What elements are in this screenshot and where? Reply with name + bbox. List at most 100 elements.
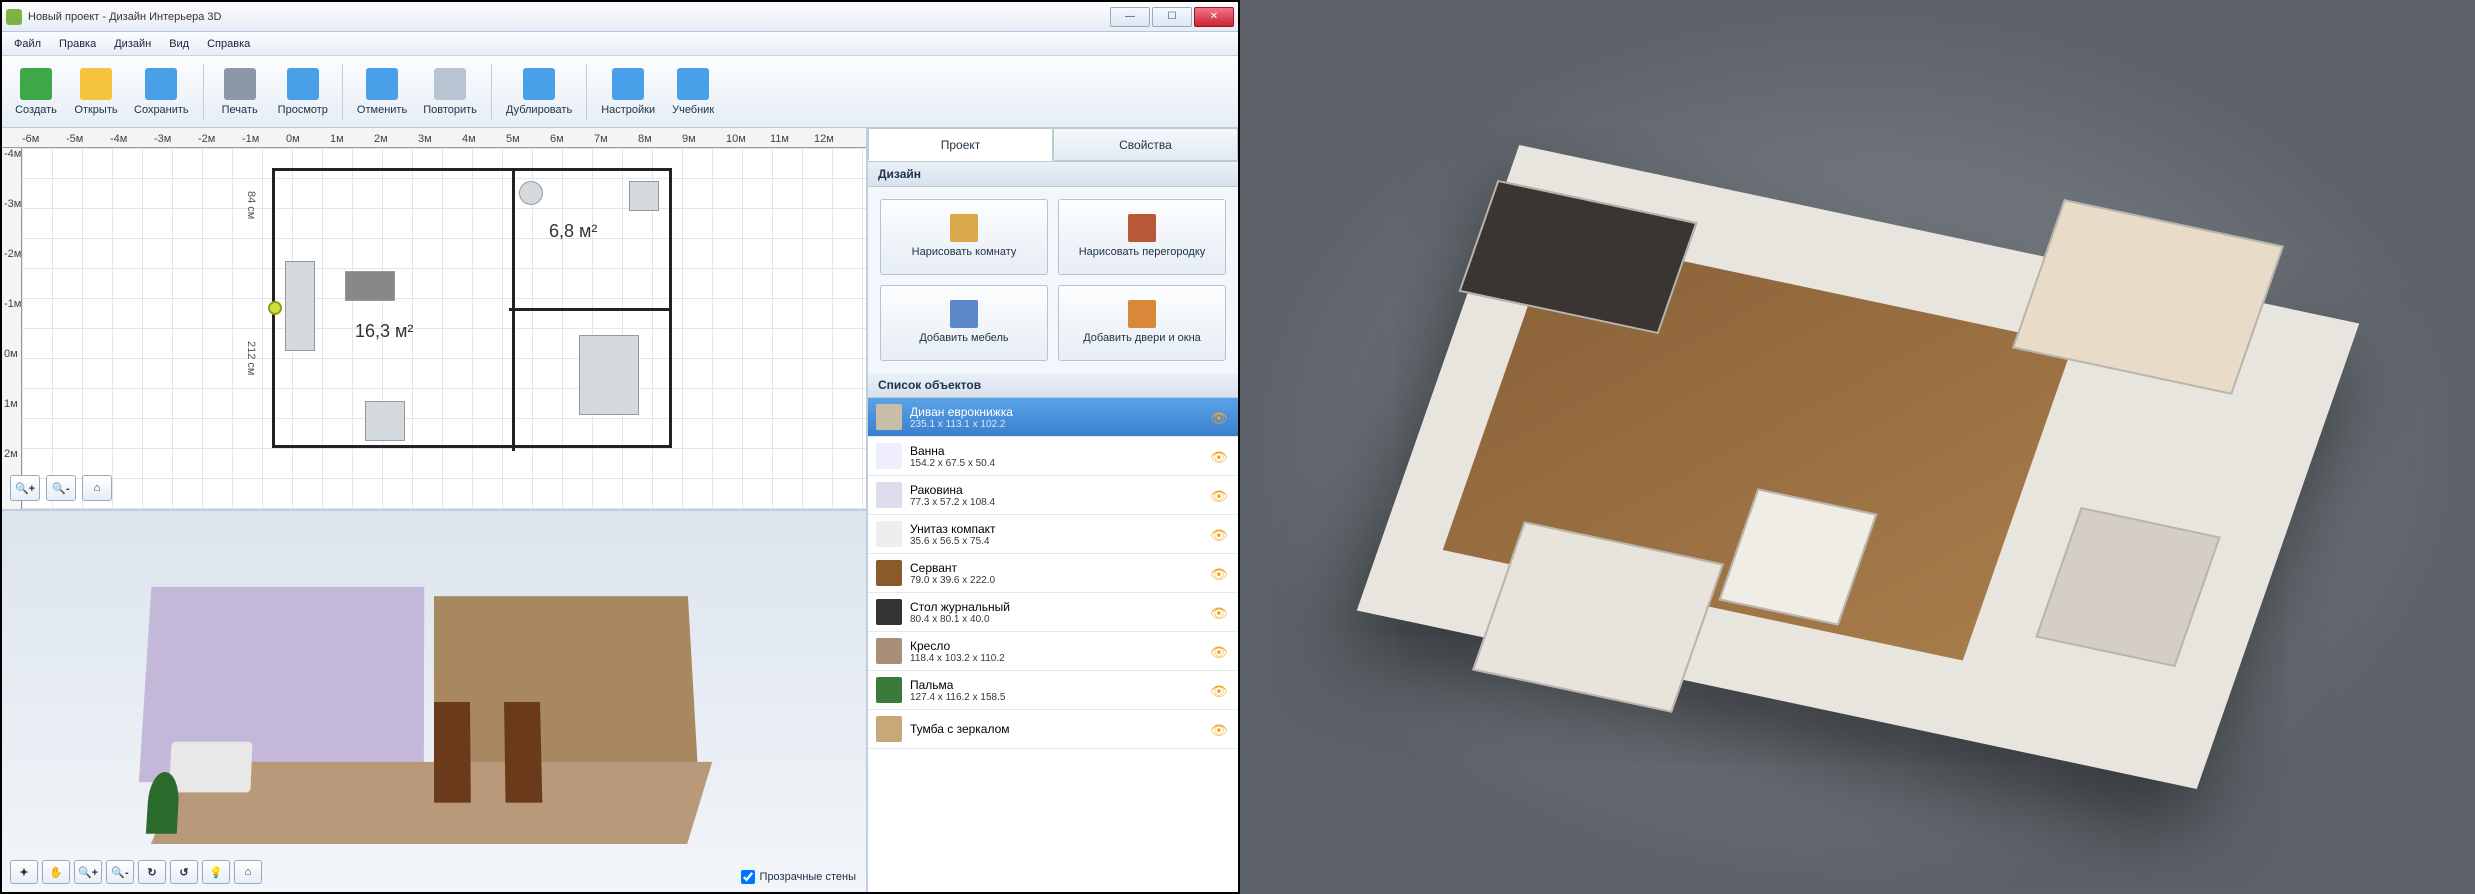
toolbar-separator [586,64,587,120]
visibility-toggle-icon[interactable]: 👁 [1210,683,1230,697]
ruler-tick: 1м [4,398,18,410]
toolbar-учебник[interactable]: Учебник [665,65,721,119]
object-list-item[interactable]: Тумба с зеркалом👁 [868,710,1238,749]
design-button[interactable]: Добавить двери и окна [1058,285,1226,361]
menu-help[interactable]: Справка [199,35,258,53]
tool-light[interactable]: 💡 [202,860,230,884]
furniture-shelf[interactable] [285,261,315,351]
plan-view-2d[interactable]: -6м-5м-4м-3м-2м-1м0м1м2м3м4м5м6м7м8м9м10… [2,128,866,509]
object-list-item[interactable]: Сервант79.0 x 39.6 x 222.0👁 [868,554,1238,593]
toolbar-дублировать[interactable]: Дублировать [500,65,578,119]
visibility-toggle-icon[interactable]: 👁 [1210,566,1230,580]
floorplan[interactable]: 16,3 м² 6,8 м² 84 см 212 см [272,168,672,448]
side-panel: Проект Свойства Дизайн Нарисовать комнат… [868,128,1238,892]
toolbar-label: Отменить [357,104,407,116]
tool-pan[interactable]: ✋ [42,860,70,884]
objects-list[interactable]: Диван еврокнижка235.1 x 113.1 x 102.2👁Ва… [868,398,1238,892]
toolbar-создать[interactable]: Создать [8,65,64,119]
object-list-item[interactable]: Унитаз компакт35.6 x 56.5 x 75.4👁 [868,515,1238,554]
toolbar-открыть[interactable]: Открыть [68,65,124,119]
menu-view[interactable]: Вид [161,35,197,53]
toolbar-label: Настройки [601,104,655,116]
zoom-out-button[interactable]: 🔍- [46,475,76,501]
preview-3d[interactable]: ✦ ✋ 🔍+ 🔍- ↻ ↺ 💡 ⌂ Прозрачные стены [2,509,866,892]
настройки-icon [612,68,644,100]
design-button[interactable]: Нарисовать комнату [880,199,1048,275]
toolbar-просмотр[interactable]: Просмотр [272,65,334,119]
menubar: Файл Правка Дизайн Вид Справка [2,32,1238,56]
workspace: -6м-5м-4м-3м-2м-1м0м1м2м3м4м5м6м7м8м9м10… [2,128,1238,892]
zoom-out-3d[interactable]: 🔍- [106,860,134,884]
room-2[interactable]: 6,8 м² [509,171,669,311]
zoom-controls-2d: 🔍+ 🔍- ⌂ [10,475,112,501]
учебник-icon [677,68,709,100]
home-button[interactable]: ⌂ [82,475,112,501]
tool-rotate-cw[interactable]: ↻ [138,860,166,884]
door-3d-2[interactable] [504,702,542,803]
object-list-item[interactable]: Пальма127.4 x 116.2 x 158.5 👁 [868,671,1238,710]
minimize-button[interactable]: — [1110,7,1150,27]
menu-design[interactable]: Дизайн [106,35,159,53]
furniture-table[interactable] [365,401,405,441]
visibility-toggle-icon[interactable]: 👁 [1210,488,1230,502]
ruler-horizontal: -6м-5м-4м-3м-2м-1м0м1м2м3м4м5м6м7м8м9м10… [2,128,866,148]
toolbar-настройки[interactable]: Настройки [595,65,661,119]
dimension-label-2: 212 см [245,341,257,375]
menu-file[interactable]: Файл [6,35,49,53]
furniture-sofa[interactable] [345,271,395,301]
close-button[interactable]: ✕ [1194,7,1234,27]
design-button[interactable]: Нарисовать перегородку [1058,199,1226,275]
object-dimensions: 80.4 x 80.1 x 40.0 [910,614,1202,625]
object-name: Стол журнальный [910,600,1202,614]
furniture-bath[interactable] [579,335,639,415]
furniture-sink[interactable] [519,181,543,205]
toolbar-отменить[interactable]: Отменить [351,65,413,119]
door-3d-1[interactable] [434,702,471,803]
home-3d-button[interactable]: ⌂ [234,860,262,884]
transparent-walls-toggle[interactable]: Прозрачные стены [741,870,856,884]
ruler-tick: 7м [594,133,608,145]
object-text: Пальма127.4 x 116.2 x 158.5 [910,678,1202,703]
object-list-item[interactable]: Ванна154.2 x 67.5 x 50.4👁 [868,437,1238,476]
object-text: Кресло118.4 x 103.2 x 110.2 [910,639,1202,664]
tool-rotate-ccw[interactable]: ↺ [170,860,198,884]
tool-orbit[interactable]: ✦ [10,860,38,884]
toolbar-повторить[interactable]: Повторить [417,65,483,119]
печать-icon [224,68,256,100]
maximize-button[interactable]: ☐ [1152,7,1192,27]
отменить-icon [366,68,398,100]
toolbar-печать[interactable]: Печать [212,65,268,119]
sofa-3d[interactable] [169,741,253,792]
object-text: Раковина77.3 x 57.2 x 108.4 [910,483,1202,508]
menu-edit[interactable]: Правка [51,35,104,53]
home-icon: ⌂ [245,866,252,878]
object-list-item[interactable]: Раковина77.3 x 57.2 x 108.4 👁 [868,476,1238,515]
toolbar-separator [491,64,492,120]
visibility-toggle-icon[interactable]: 👁 [1210,527,1230,541]
design-button-icon [950,214,978,242]
tab-properties[interactable]: Свойства [1053,128,1238,161]
furniture-washer[interactable] [629,181,659,211]
object-name: Ванна [910,444,1202,458]
design-button-label: Нарисовать комнату [912,246,1017,259]
selection-handle[interactable] [268,301,282,315]
object-list-item[interactable]: Диван еврокнижка235.1 x 113.1 x 102.2👁 [868,398,1238,437]
object-name: Диван еврокнижка [910,405,1202,419]
titlebar[interactable]: Новый проект - Дизайн Интерьера 3D — ☐ ✕ [2,2,1238,32]
zoom-in-button[interactable]: 🔍+ [10,475,40,501]
object-list-item[interactable]: Стол журнальный80.4 x 80.1 x 40.0 👁 [868,593,1238,632]
room-3d-model[interactable] [114,568,753,844]
object-list-item[interactable]: Кресло118.4 x 103.2 x 110.2 👁 [868,632,1238,671]
transparent-walls-checkbox[interactable] [741,870,755,884]
visibility-toggle-icon[interactable]: 👁 [1210,644,1230,658]
visibility-toggle-icon[interactable]: 👁 [1210,722,1230,736]
zoom-in-3d[interactable]: 🔍+ [74,860,102,884]
visibility-toggle-icon[interactable]: 👁 [1210,449,1230,463]
toolbar-сохранить[interactable]: Сохранить [128,65,195,119]
tab-project[interactable]: Проект [868,128,1053,161]
app-icon [6,9,22,25]
room-1[interactable]: 16,3 м² [275,171,515,451]
design-button[interactable]: Добавить мебель [880,285,1048,361]
visibility-toggle-icon[interactable]: 👁 [1210,410,1230,424]
visibility-toggle-icon[interactable]: 👁 [1210,605,1230,619]
